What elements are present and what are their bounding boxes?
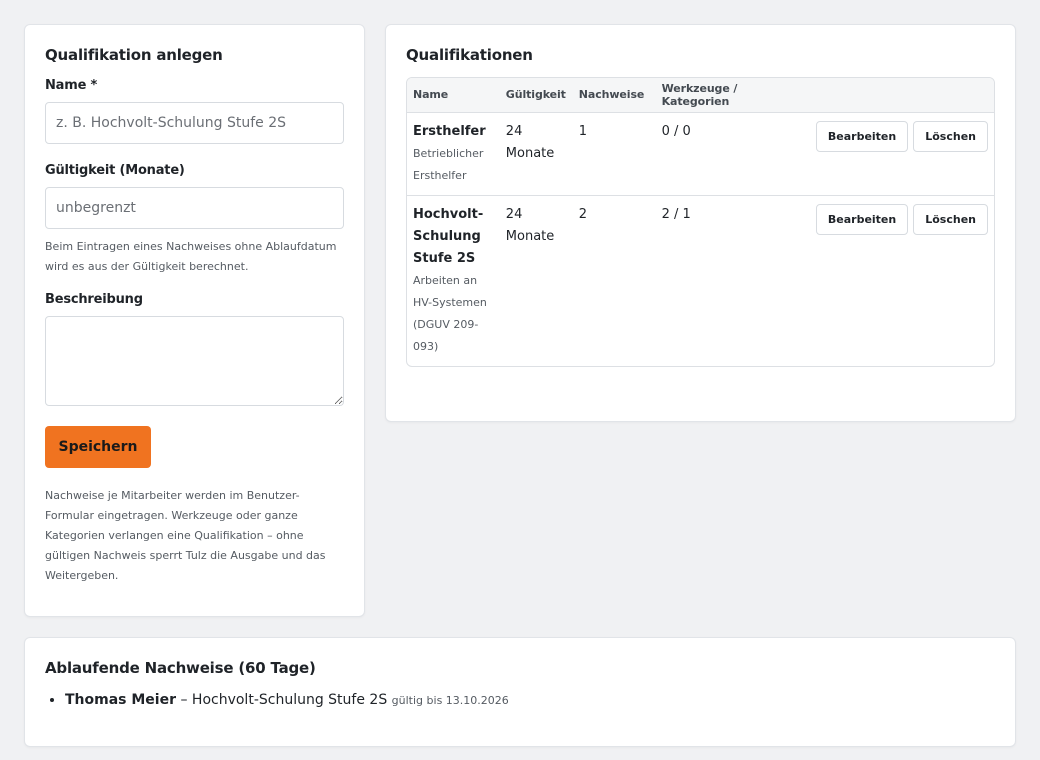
qualification-proofs: 1	[578, 123, 588, 139]
qualification-name: Ersthelfer	[413, 123, 486, 139]
person-name: Thomas Meier	[65, 692, 177, 708]
name-input[interactable]	[45, 102, 344, 144]
col-actions	[809, 78, 994, 113]
qualification-name: Hochvolt-Schulung Stufe 2S	[191, 692, 388, 708]
delete-button[interactable]: Löschen	[913, 120, 988, 152]
expiring-title: Ablaufende Nachweise (60 Tage)	[45, 659, 316, 677]
qualification-validity: 24 Monate	[499, 194, 573, 366]
qualification-proofs: 2	[572, 194, 656, 366]
qualification-validity: 24 Monate	[505, 123, 555, 161]
col-tools: Werkzeuge / Kategorien	[655, 78, 810, 113]
delete-button[interactable]: Löschen	[913, 203, 988, 235]
qualification-description: Betrieblicher Ersthelfer	[413, 146, 484, 182]
form-footer-hint: Nachweise je Mitarbeiter werden im Benut…	[45, 489, 326, 582]
name-label: Name *	[45, 78, 98, 93]
form-title: Qualifikation anlegen	[45, 46, 223, 64]
qualification-description: Arbeiten an HV-Systemen (DGUV 209-093)	[413, 273, 487, 353]
list-title: Qualifikationen	[406, 46, 533, 64]
table-row: Ersthelfer Betrieblicher Ersthelfer 24 M…	[407, 112, 994, 195]
qualification-tools: 0 / 0	[661, 123, 691, 139]
edit-button[interactable]: Bearbeiten	[815, 120, 909, 152]
description-textarea[interactable]	[45, 316, 344, 406]
qualification-tools: 2 / 1	[655, 194, 810, 366]
qualifications-table: Name Gültigkeit Nachweise Werkzeuge / Ka…	[406, 77, 995, 367]
valid-until: gültig bis 13.10.2026	[391, 694, 509, 707]
list-item: Thomas Meier – Hochvolt-Schulung Stufe 2…	[65, 692, 995, 708]
col-validity: Gültigkeit	[499, 78, 573, 113]
col-proofs: Nachweise	[572, 78, 656, 113]
expiring-list: Thomas Meier – Hochvolt-Schulung Stufe 2…	[45, 692, 995, 708]
validity-input[interactable]	[45, 187, 344, 229]
separator: –	[176, 692, 192, 708]
save-button[interactable]: Speichern	[45, 426, 151, 468]
validity-hint: Beim Eintragen eines Nachweises ohne Abl…	[45, 240, 337, 273]
qualification-name: Hochvolt-Schulung Stufe 2S	[413, 206, 484, 266]
edit-button[interactable]: Bearbeiten	[815, 203, 909, 235]
col-name: Name	[407, 78, 500, 113]
qualifications-list-card: Qualifikationen Name Gültigkeit Nachweis…	[385, 24, 1016, 422]
expiring-proofs-card: Ablaufende Nachweise (60 Tage) Thomas Me…	[24, 637, 1016, 747]
table-row: Hochvolt-Schulung Stufe 2S Arbeiten an H…	[407, 194, 994, 366]
create-qualification-card: Qualifikation anlegen Name * Gültigkeit …	[24, 24, 365, 617]
table-header-row: Name Gültigkeit Nachweise Werkzeuge / Ka…	[407, 78, 994, 113]
validity-label: Gültigkeit (Monate)	[45, 163, 185, 178]
description-label: Beschreibung	[45, 292, 143, 307]
